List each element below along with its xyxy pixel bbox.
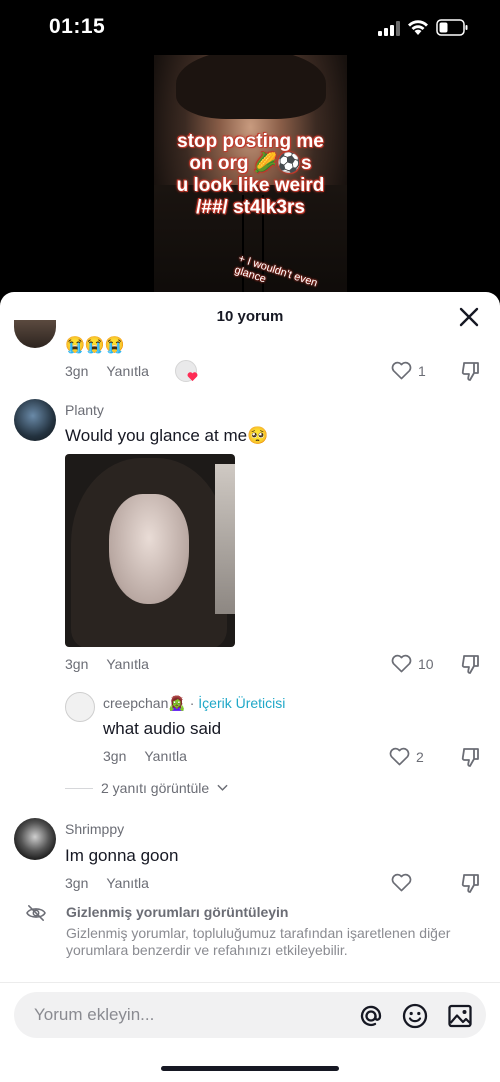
comment-text: Im gonna goon — [65, 846, 179, 865]
dislike-icon[interactable] — [460, 872, 482, 894]
comment-text: 😭😭😭 — [65, 337, 125, 354]
battery-icon — [436, 19, 468, 36]
comment-input-placeholder: Yorum ekleyin... — [34, 1005, 155, 1024]
like-count: 2 — [416, 748, 424, 765]
comment-age: 3gn — [65, 656, 89, 672]
comments-count-title: 10 yorum — [216, 308, 284, 325]
hidden-comments-description: Gizlenmiş yorumlar, topluluğumuz tarafın… — [66, 925, 451, 958]
close-icon[interactable] — [458, 306, 480, 328]
dislike-icon[interactable] — [460, 746, 482, 768]
reply-button[interactable]: Yanıtla — [106, 363, 149, 379]
heart-icon — [391, 654, 412, 673]
commenter-avatar[interactable] — [14, 818, 56, 860]
comments-sheet: 10 yorum 😭😭😭 3gn Yanıtla 1 Planty Would y… — [0, 292, 500, 1082]
reply-username[interactable]: creepchan🧟‍♀️ — [103, 695, 186, 711]
image-face-shape — [109, 494, 189, 604]
video-caption-line-3: u look like weird — [176, 175, 325, 196]
like-button[interactable]: 10 — [391, 654, 434, 673]
comment-username[interactable]: Shrimppy — [65, 821, 124, 837]
like-button[interactable] — [391, 873, 418, 892]
replier-avatar[interactable] — [65, 692, 95, 722]
creator-badge: İçerik Üreticisi — [198, 695, 286, 711]
image-icon[interactable] — [447, 1003, 473, 1029]
heart-icon — [389, 747, 410, 766]
reply-age: 3gn — [103, 748, 127, 764]
dislike-icon[interactable] — [460, 360, 482, 382]
commenter-avatar[interactable] — [14, 320, 56, 348]
reply-text: what audio said — [103, 719, 222, 738]
emoji-icon[interactable] — [402, 1003, 428, 1029]
reply-button[interactable]: Yanıtla — [106, 656, 149, 672]
wifi-icon — [408, 20, 428, 35]
reply-button[interactable]: Yanıtla — [106, 875, 149, 891]
video-preview[interactable]: stop posting me on org 🌽⚽s u look like w… — [154, 55, 347, 295]
divider-line — [65, 787, 93, 789]
chevron-down-icon — [217, 784, 228, 791]
comment-meta: 3gn Yanıtla — [65, 656, 149, 672]
commenter-avatar[interactable] — [14, 399, 56, 441]
mention-icon[interactable] — [358, 1003, 384, 1029]
heart-icon — [391, 361, 412, 380]
reply-button[interactable]: Yanıtla — [144, 748, 187, 764]
hidden-comments-title[interactable]: Gizlenmiş yorumları görüntüleyin — [66, 904, 288, 920]
comment-age: 3gn — [65, 875, 89, 891]
status-time: 01:15 — [49, 15, 106, 38]
comment-meta: 3gn Yanıtla — [65, 363, 149, 379]
eye-slash-icon — [26, 905, 46, 921]
liked-heart-icon — [187, 372, 198, 382]
like-count: 1 — [418, 362, 426, 379]
video-caption-line-4: /##/ st4lk3rs — [196, 197, 305, 218]
view-replies-label: 2 yanıtı görüntüle — [101, 780, 210, 796]
view-replies-button[interactable]: 2 yanıtı görüntüle — [65, 780, 228, 796]
home-indicator — [161, 1066, 339, 1071]
comment-input[interactable]: Yorum ekleyin... — [14, 992, 486, 1038]
like-button[interactable]: 1 — [391, 361, 426, 380]
comment-text: Would you glance at me🥺 — [65, 426, 269, 445]
video-caption-line-1: stop posting me — [177, 131, 324, 152]
comment-meta: 3gn Yanıtla — [65, 875, 149, 891]
separator-dot: · — [189, 695, 195, 711]
creator-liked-badge — [175, 360, 198, 382]
status-bar: 01:15 — [0, 0, 500, 56]
image-background-shape — [215, 464, 235, 614]
reply-user-line: creepchan🧟‍♀️ · İçerik Üreticisi — [103, 695, 285, 712]
comment-username[interactable]: Planty — [65, 402, 104, 418]
comment-image[interactable] — [65, 454, 235, 647]
heart-icon — [391, 873, 412, 892]
video-hair-shape — [176, 55, 326, 119]
like-count: 10 — [418, 655, 434, 672]
video-caption-line-2: on org 🌽⚽s — [189, 153, 312, 174]
cellular-signal-icon — [378, 21, 400, 36]
comment-age: 3gn — [65, 363, 89, 379]
reply-meta: 3gn Yanıtla — [103, 748, 187, 764]
divider — [0, 982, 500, 983]
like-button[interactable]: 2 — [389, 747, 424, 766]
dislike-icon[interactable] — [460, 653, 482, 675]
